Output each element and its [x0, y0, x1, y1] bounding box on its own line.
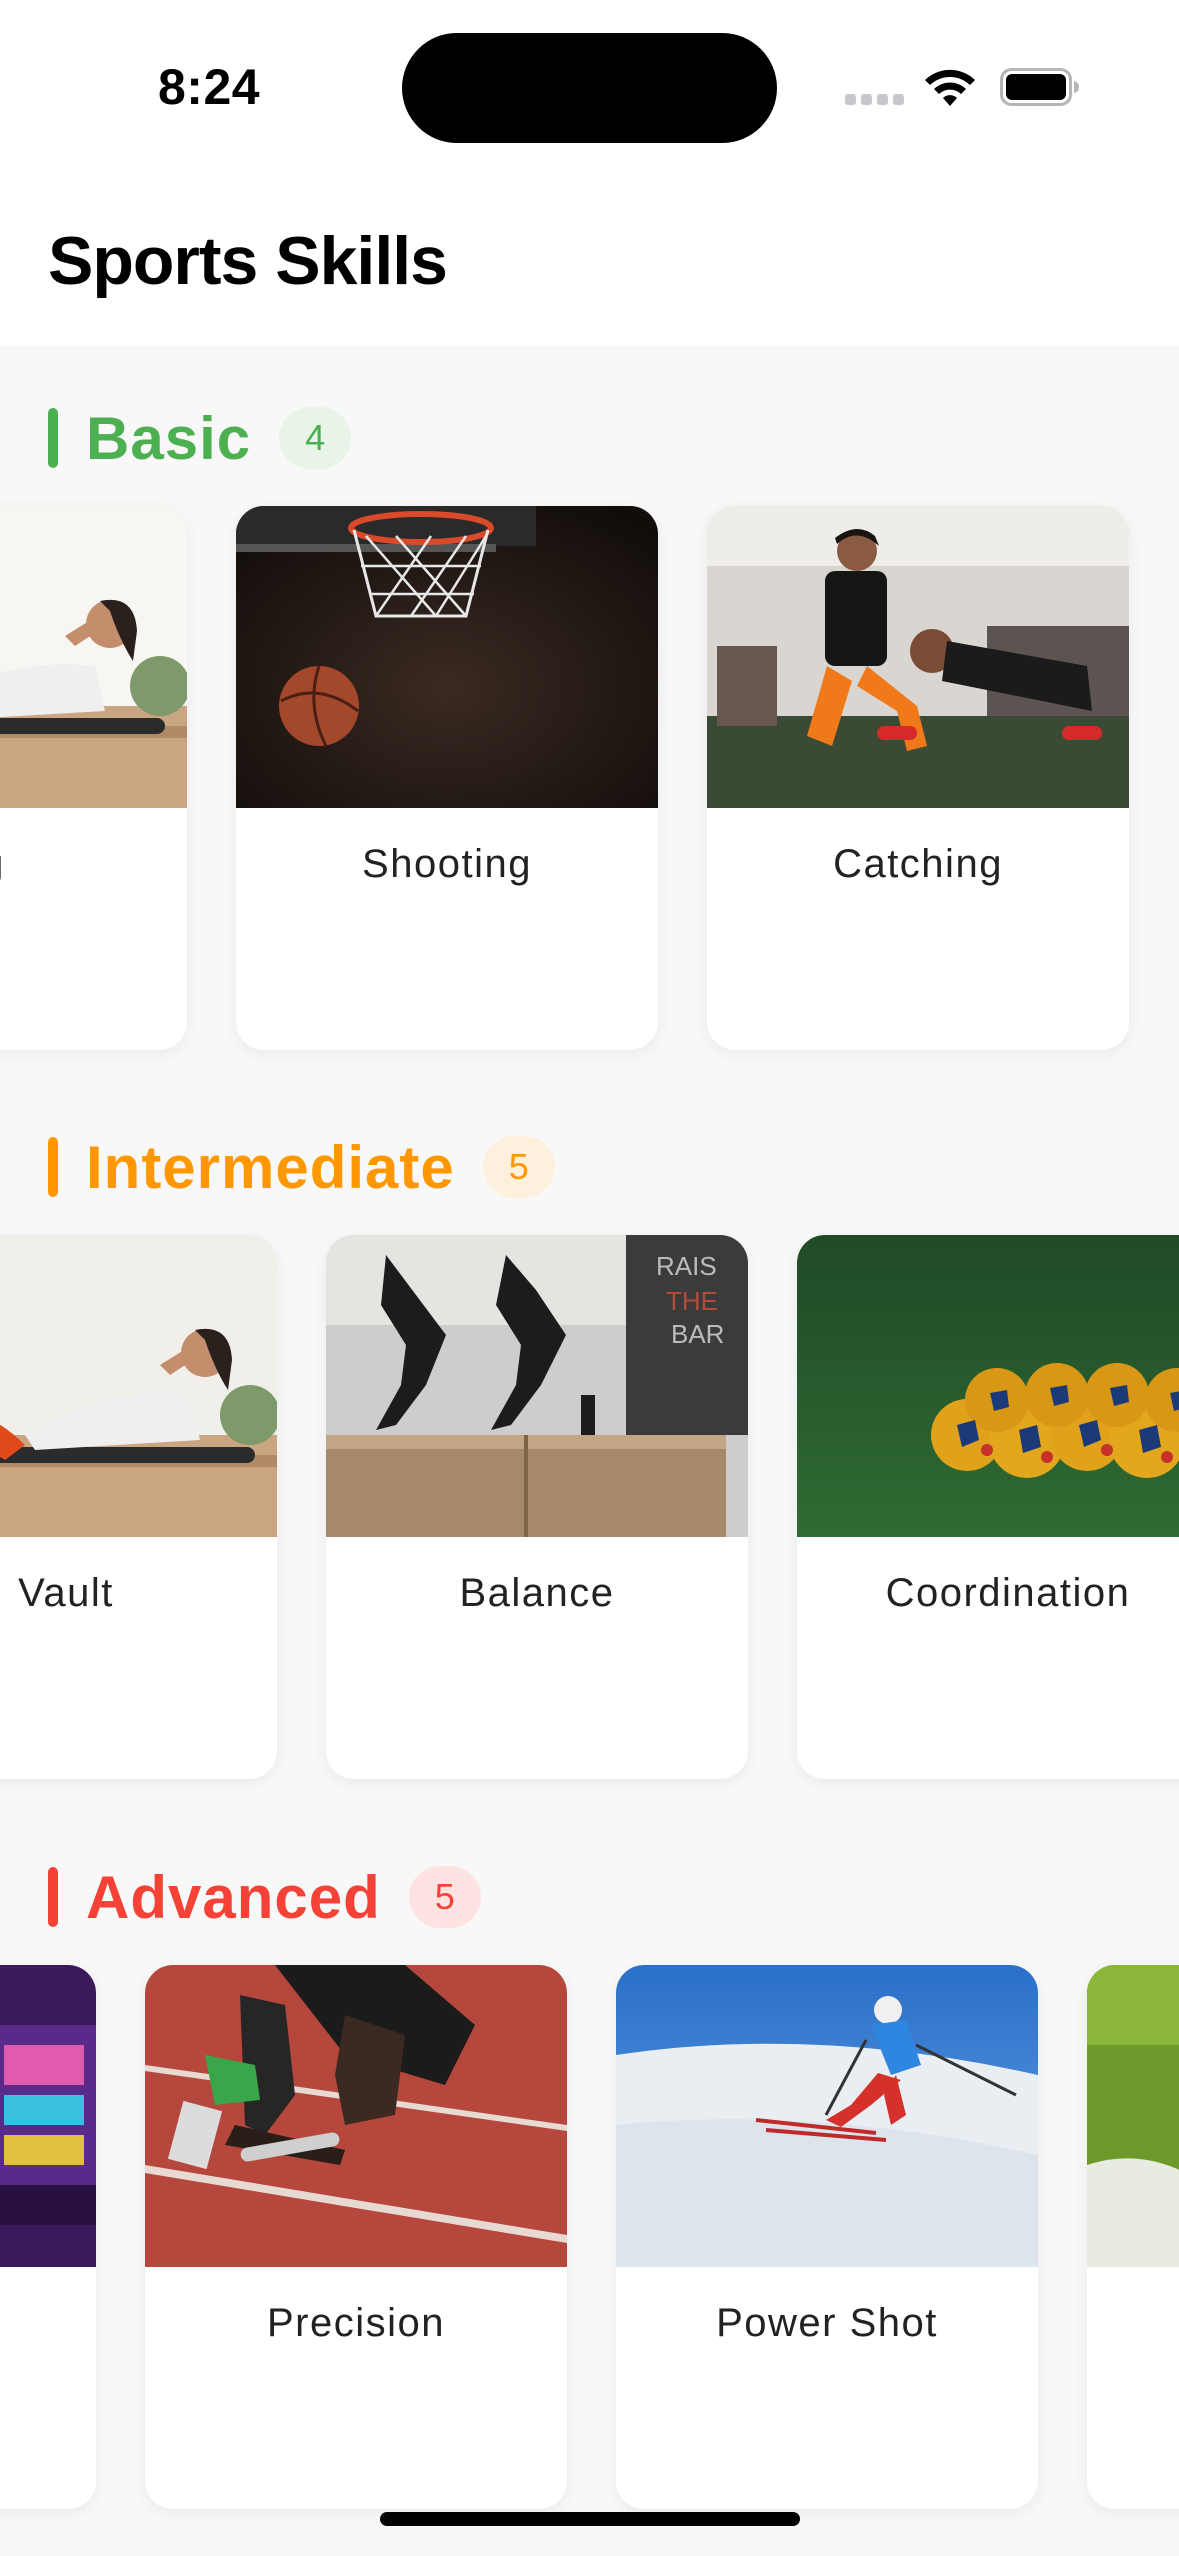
section-header: Intermediate 5	[48, 1133, 555, 1201]
skill-card-catching[interactable]: Catching	[707, 506, 1129, 1050]
arcade-icon	[0, 1965, 96, 2267]
home-indicator[interactable]	[380, 2512, 800, 2526]
skill-card[interactable]	[0, 1965, 96, 2509]
screen: 8:24 Sports Skills Basic 4 Shooting Catc…	[0, 0, 1179, 2556]
skill-card[interactable]: ing	[0, 506, 187, 1050]
sprint-start-icon	[145, 1965, 567, 2267]
push-up-training-icon	[707, 506, 1129, 808]
count-badge: 4	[279, 407, 352, 469]
status-bar: 8:24	[0, 0, 1179, 170]
skill-card-shooting[interactable]: Shooting	[236, 506, 658, 1050]
section-header: Basic 4	[48, 404, 352, 472]
count-badge: 5	[408, 1866, 481, 1928]
svg-text:BAR: BAR	[671, 1319, 724, 1349]
battery-icon	[1000, 68, 1079, 106]
skill-card-coordination[interactable]: Coordination	[797, 1235, 1179, 1779]
section-header: Advanced 5	[48, 1863, 481, 1931]
dynamic-island	[402, 33, 777, 143]
sit-up-icon	[0, 1235, 277, 1537]
skill-card-label: Power Shot	[716, 2301, 938, 2345]
skill-card-label: Shooting	[362, 842, 532, 886]
page-title: Sports Skills	[48, 223, 448, 299]
skill-card-label: Coordination	[885, 1571, 1131, 1615]
section-title: Basic	[86, 404, 252, 472]
skill-card-precision[interactable]: Precision	[145, 1965, 567, 2509]
sit-up-icon	[0, 506, 187, 808]
section-title: Advanced	[86, 1863, 381, 1931]
skill-card-label: Vault	[18, 1571, 114, 1615]
wifi-icon	[925, 69, 975, 106]
section-basic: Basic 4 ing	[0, 346, 1179, 1076]
section-accent-bar	[48, 1867, 58, 1927]
status-time: 8:24	[158, 59, 261, 115]
skill-card[interactable]	[1087, 1965, 1179, 2509]
skill-card-label: ing	[0, 842, 187, 887]
nav-header: Sports Skills	[0, 170, 1179, 346]
section-title: Intermediate	[86, 1133, 455, 1201]
box-jump-icon: RAIS THE BAR	[326, 1235, 748, 1537]
section-accent-bar	[48, 1137, 58, 1197]
svg-text:THE: THE	[666, 1286, 718, 1316]
skier-icon	[616, 1965, 1038, 2267]
cellular-signal-icon	[845, 94, 905, 108]
skill-card-label: Catching	[833, 842, 1003, 886]
count-badge: 5	[482, 1136, 555, 1198]
skill-card-label: Balance	[459, 1571, 615, 1615]
skill-card-label: Precision	[266, 2301, 445, 2345]
skill-card-vault[interactable]: Vault	[0, 1235, 277, 1779]
skill-card-power-shot[interactable]: Power Shot	[616, 1965, 1038, 2509]
section-advanced: Advanced 5 Precision Power Shot	[0, 1805, 1179, 2535]
svg-text:RAIS: RAIS	[656, 1251, 717, 1281]
section-intermediate: Intermediate 5 Vault RAIS THE BAR Balanc…	[0, 1075, 1179, 1805]
grass-field-icon	[1087, 1965, 1179, 2267]
soccer-balls-icon	[797, 1235, 1179, 1537]
section-accent-bar	[48, 408, 58, 468]
skill-card-balance[interactable]: RAIS THE BAR Balance	[326, 1235, 748, 1779]
basketball-hoop-icon	[236, 506, 658, 808]
